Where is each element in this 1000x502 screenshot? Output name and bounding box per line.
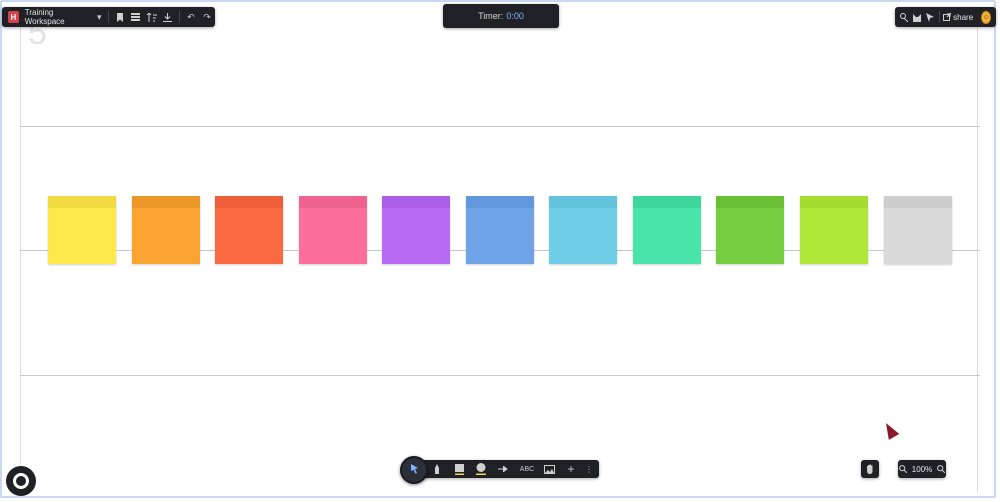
sticky-note-purple[interactable]	[382, 196, 450, 264]
sticky-note-cyan[interactable]	[549, 196, 617, 264]
workspace-name[interactable]: Training Workspace	[25, 8, 88, 26]
sticky-note-lime[interactable]	[800, 196, 868, 264]
sticky-note-yellow[interactable]	[48, 196, 116, 264]
sticky-note-red-orange[interactable]	[215, 196, 283, 264]
hand-tool-button[interactable]	[861, 460, 879, 478]
select-icon	[409, 463, 420, 477]
sticky-note-icon[interactable]	[450, 460, 468, 478]
divider	[939, 11, 941, 23]
touch-icon[interactable]	[898, 8, 911, 26]
zoom-controls: 100%	[898, 460, 946, 478]
sticky-note-pink[interactable]	[299, 196, 367, 264]
pen-icon[interactable]	[428, 460, 446, 478]
zoom-out-icon[interactable]	[898, 460, 908, 478]
chevron-down-icon[interactable]: ▾	[94, 8, 105, 26]
sticky-note-gray[interactable]	[884, 196, 952, 264]
select-tool-button[interactable]	[400, 456, 428, 484]
timer-value: 0:00	[506, 11, 524, 21]
workspace-toolbar: H Training Workspace ▾ ↶ ↷	[2, 7, 215, 27]
divider	[107, 11, 109, 23]
lifebuoy-icon	[13, 473, 29, 489]
zoom-in-icon[interactable]	[936, 460, 946, 478]
more-icon[interactable]: ⋮	[580, 460, 598, 478]
sticky-note-mint[interactable]	[633, 196, 701, 264]
shape-icon[interactable]	[472, 460, 490, 478]
sort-icon[interactable]	[144, 8, 160, 26]
undo-icon[interactable]: ↶	[183, 8, 199, 26]
download-icon[interactable]	[160, 8, 176, 26]
sticky-note-orange[interactable]	[132, 196, 200, 264]
timer-panel[interactable]: Timer: 0:00	[443, 4, 559, 28]
divider	[178, 11, 180, 23]
zoom-level[interactable]: 100%	[912, 465, 932, 474]
bookmark-icon[interactable]	[112, 8, 128, 26]
app-logo[interactable]: H	[8, 11, 19, 23]
text-tool[interactable]: ABC	[516, 460, 538, 478]
cat-icon[interactable]	[911, 8, 924, 26]
collaboration-toolbar: share ☺	[895, 7, 996, 27]
hand-icon	[861, 460, 879, 478]
help-button[interactable]	[6, 466, 36, 496]
pointer-icon[interactable]	[924, 8, 937, 26]
list-icon[interactable]	[128, 8, 144, 26]
arrow-icon[interactable]	[494, 460, 512, 478]
share-icon[interactable]	[943, 8, 952, 26]
redo-icon[interactable]: ↷	[199, 8, 215, 26]
sticky-note-green[interactable]	[716, 196, 784, 264]
sticky-note-blue[interactable]	[466, 196, 534, 264]
section-divider-bottom	[20, 375, 980, 376]
add-icon[interactable]: +	[562, 460, 580, 478]
timer-label: Timer:	[478, 11, 504, 21]
image-icon[interactable]	[540, 460, 558, 478]
section-divider-top	[20, 126, 980, 127]
tool-palette: ABC + ⋮	[410, 460, 599, 478]
share-button[interactable]: share	[953, 13, 973, 22]
user-avatar[interactable]: ☺	[981, 10, 991, 24]
